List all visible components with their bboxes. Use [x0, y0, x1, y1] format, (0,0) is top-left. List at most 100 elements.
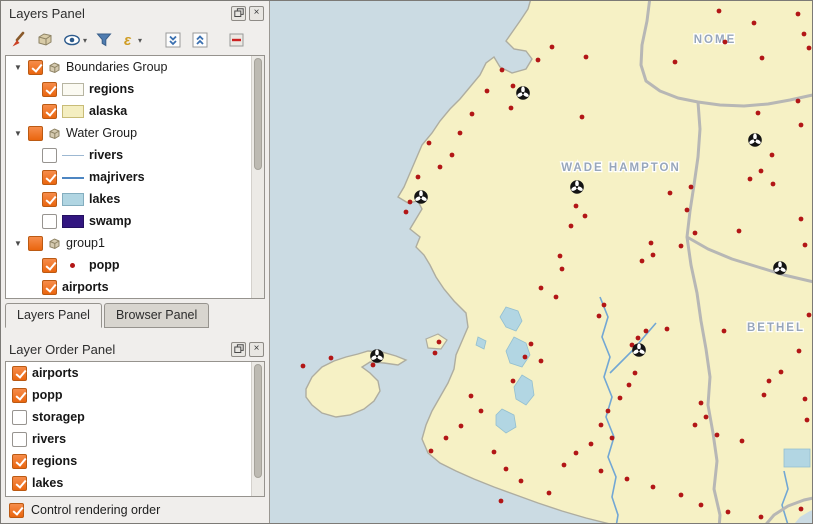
layer-styling-button[interactable] — [7, 27, 29, 53]
tree-item-swamp[interactable]: swamp — [6, 210, 252, 232]
qgis-window: Layers Panel × ▾ ε — [0, 0, 813, 524]
group-icon — [48, 61, 61, 74]
layer-checkbox[interactable] — [12, 410, 27, 425]
expression-filter-button[interactable]: ε ▾ — [120, 27, 143, 53]
epsilon-icon: ε — [121, 30, 137, 50]
layer-checkbox[interactable] — [12, 388, 27, 403]
layer-checkbox[interactable] — [42, 258, 57, 273]
expand-all-icon — [163, 30, 183, 50]
layer-swatch — [62, 171, 84, 184]
order-item-lakes[interactable]: lakes — [6, 472, 252, 494]
layer-checkbox[interactable] — [12, 366, 27, 381]
order-scrollbar[interactable] — [251, 362, 264, 496]
undock-icon[interactable] — [231, 6, 246, 21]
layers-tree-rows: ▼ Boundaries Group regions alaska ▼ — [6, 56, 252, 298]
remove-layer-icon — [227, 30, 247, 50]
layer-swatch — [62, 149, 84, 162]
tree-item-group1[interactable]: ▼ group1 — [6, 232, 252, 254]
order-item-regions[interactable]: regions — [6, 450, 252, 472]
order-scrollbar-thumb[interactable] — [254, 364, 262, 478]
filter-icon — [94, 30, 114, 50]
layer-styling-icon — [8, 30, 28, 50]
tree-scrollbar-thumb[interactable] — [254, 58, 262, 170]
layer-checkbox[interactable] — [42, 192, 57, 207]
layer-label: popp — [89, 258, 120, 272]
svg-text:NOME: NOME — [694, 34, 737, 46]
layer-label: airports — [62, 280, 109, 294]
layer-checkbox[interactable] — [28, 126, 43, 141]
layer-label: storagep — [32, 410, 85, 424]
layer-order-footer: Control rendering order — [1, 497, 269, 523]
svg-text:ε: ε — [124, 32, 132, 49]
tree-item-majrivers[interactable]: majrivers — [6, 166, 252, 188]
tree-scrollbar[interactable] — [251, 56, 264, 298]
chevron-down-icon: ▾ — [83, 36, 87, 45]
layer-label: alaska — [89, 104, 127, 118]
svg-text:WADE HAMPTON: WADE HAMPTON — [561, 162, 681, 174]
layer-checkbox[interactable] — [28, 236, 43, 251]
remove-layer-button[interactable] — [226, 27, 248, 53]
order-item-airports[interactable]: airports — [6, 362, 252, 384]
filter-legend-button[interactable] — [93, 27, 115, 53]
collapse-all-button[interactable] — [189, 27, 211, 53]
layers-panel-window-buttons: × — [231, 6, 264, 21]
tree-item-airports[interactable]: airports — [6, 276, 252, 298]
layer-label: lakes — [89, 192, 120, 206]
order-item-popp[interactable]: popp — [6, 384, 252, 406]
tree-item-lakes[interactable]: lakes — [6, 188, 252, 210]
chevron-down-icon: ▾ — [138, 36, 142, 45]
tree-item-rivers[interactable]: rivers — [6, 144, 252, 166]
dock-tabs: Layers Panel Browser Panel — [5, 302, 265, 328]
layers-panel-title: Layers Panel — [9, 6, 85, 21]
map-themes-button[interactable]: ▾ — [61, 27, 88, 53]
group-label: Boundaries Group — [66, 60, 167, 74]
layer-checkbox[interactable] — [42, 214, 57, 229]
collapse-all-icon — [190, 30, 210, 50]
layer-checkbox[interactable] — [28, 60, 43, 75]
layer-swatch — [62, 215, 84, 228]
group-label: Water Group — [66, 126, 137, 140]
expander-icon[interactable]: ▼ — [13, 129, 23, 138]
undock-icon[interactable] — [231, 342, 246, 357]
group-label: group1 — [66, 236, 105, 250]
close-icon[interactable]: × — [249, 342, 264, 357]
order-item-rivers[interactable]: rivers — [6, 428, 252, 450]
layer-swatch — [62, 259, 84, 272]
layer-order-panel-header: Layer Order Panel × — [1, 337, 269, 361]
map-canvas[interactable]: NOME WADE HAMPTON BETHEL — [270, 1, 812, 523]
expand-all-button[interactable] — [162, 27, 184, 53]
layer-checkbox[interactable] — [12, 432, 27, 447]
close-icon[interactable]: × — [249, 6, 264, 21]
control-rendering-order-checkbox[interactable] — [9, 503, 24, 518]
layer-order-panel-title: Layer Order Panel — [9, 342, 115, 357]
control-rendering-order-label: Control rendering order — [31, 503, 160, 517]
layer-label: swamp — [89, 214, 131, 228]
left-dock: Layers Panel × ▾ ε — [1, 1, 270, 523]
expander-icon[interactable]: ▼ — [13, 63, 23, 72]
tree-item-popp[interactable]: popp — [6, 254, 252, 276]
tree-item-regions[interactable]: regions — [6, 78, 252, 100]
tree-item-alaska[interactable]: alaska — [6, 100, 252, 122]
add-group-button[interactable] — [34, 27, 56, 53]
layer-checkbox[interactable] — [12, 454, 27, 469]
layer-checkbox[interactable] — [42, 148, 57, 163]
layer-checkbox[interactable] — [12, 476, 27, 491]
layer-checkbox[interactable] — [42, 82, 57, 97]
tree-item-water-group[interactable]: ▼ Water Group — [6, 122, 252, 144]
dock-separator — [1, 328, 269, 337]
layer-checkbox[interactable] — [42, 280, 57, 295]
svg-text:BETHEL: BETHEL — [747, 322, 805, 334]
expander-icon[interactable]: ▼ — [13, 239, 23, 248]
order-item-storagep[interactable]: storagep — [6, 406, 252, 428]
layer-checkbox[interactable] — [42, 170, 57, 185]
layer-order-window-buttons: × — [231, 342, 264, 357]
layer-swatch — [62, 105, 84, 118]
layers-panel-header: Layers Panel × — [1, 1, 269, 25]
tab-browser-panel[interactable]: Browser Panel — [104, 303, 209, 328]
layer-checkbox[interactable] — [42, 104, 57, 119]
layer-label: majrivers — [89, 170, 145, 184]
layer-label: regions — [89, 82, 134, 96]
tree-item-boundaries-group[interactable]: ▼ Boundaries Group — [6, 56, 252, 78]
layer-label: airports — [32, 366, 79, 380]
tab-layers-panel[interactable]: Layers Panel — [5, 303, 102, 328]
